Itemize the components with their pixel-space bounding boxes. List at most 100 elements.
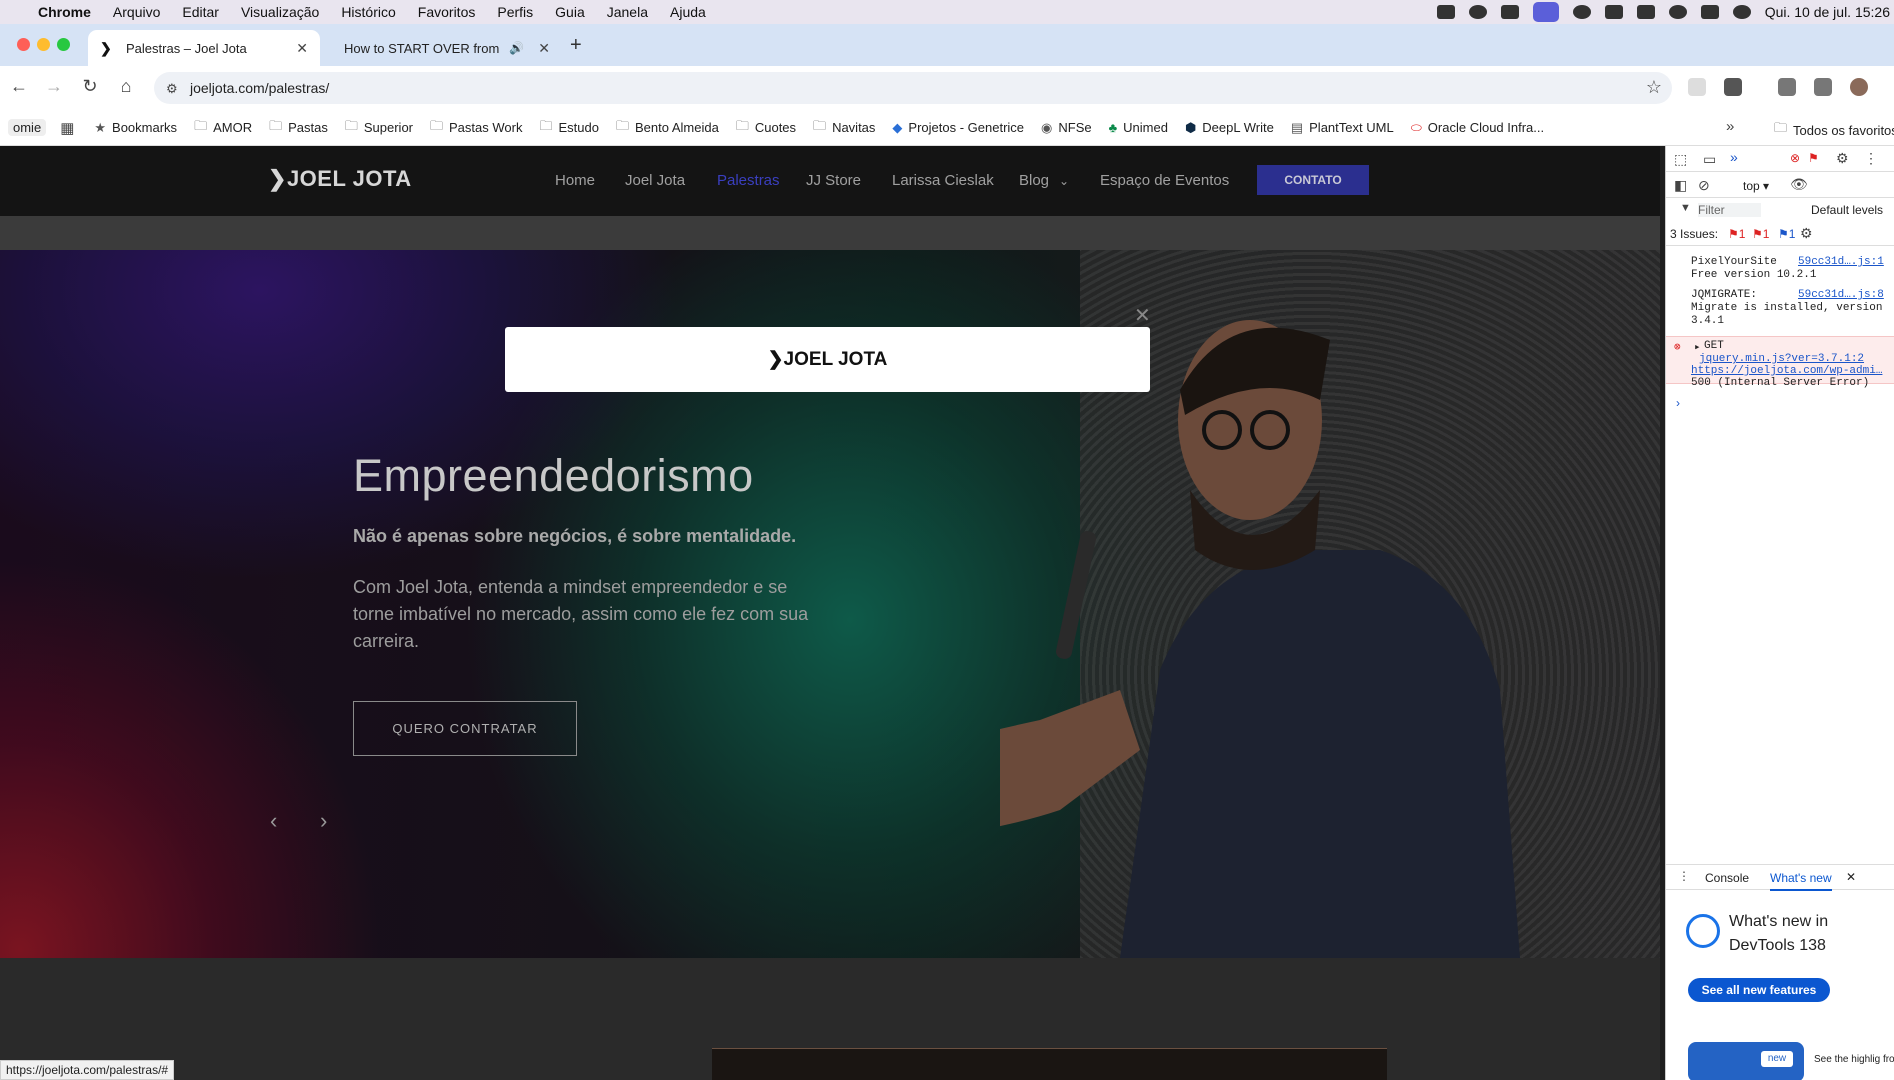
reload-icon[interactable]: ↻ bbox=[78, 76, 102, 97]
close-tab-icon[interactable]: ✕ bbox=[538, 40, 550, 57]
performance-icon[interactable] bbox=[1778, 78, 1796, 96]
bookmark-star-icon[interactable]: ☆ bbox=[1646, 77, 1662, 98]
menu-arquivo[interactable]: Arquivo bbox=[113, 4, 160, 20]
minimize-window-icon[interactable] bbox=[37, 38, 50, 51]
grammarly-icon[interactable] bbox=[1468, 5, 1487, 19]
device-toolbar-icon[interactable]: ▭ bbox=[1703, 151, 1716, 168]
nav-jj-store[interactable]: JJ Store bbox=[806, 172, 861, 189]
bookmark-item[interactable]: ⬭ Oracle Cloud Infra... bbox=[1411, 120, 1544, 136]
bookmark-folder[interactable]: 🗀 Estudo bbox=[539, 117, 599, 139]
site-info-icon[interactable]: ⚙ bbox=[166, 81, 178, 97]
bookmark-item[interactable]: ▤ PlantText UML bbox=[1291, 120, 1394, 136]
bookmark-item[interactable]: ★ Bookmarks bbox=[94, 120, 177, 136]
sidebar-toggle-icon[interactable]: ◧ bbox=[1674, 177, 1687, 194]
menu-guia[interactable]: Guia bbox=[555, 4, 585, 20]
screen-mirroring-icon[interactable] bbox=[1532, 2, 1559, 22]
creative-cloud-icon[interactable] bbox=[1500, 5, 1519, 19]
hire-button[interactable]: QUERO CONTRATAR bbox=[353, 701, 577, 756]
expand-triangle-icon[interactable]: ▸ bbox=[1694, 340, 1701, 354]
menu-janela[interactable]: Janela bbox=[607, 4, 648, 20]
tab-youtube[interactable]: How to START OVER from 🔊 ✕ bbox=[322, 30, 558, 66]
close-window-icon[interactable] bbox=[17, 38, 30, 51]
drawer-menu-icon[interactable]: ⋮ bbox=[1678, 869, 1690, 883]
chevron-down-icon[interactable]: ⌄ bbox=[1059, 174, 1069, 188]
context-selector[interactable]: top ▾ bbox=[1743, 179, 1769, 193]
bookmark-folder[interactable]: 🗀 Bento Almeida bbox=[616, 117, 719, 139]
bookmark-omie[interactable]: omie bbox=[8, 119, 47, 136]
home-icon[interactable]: ⌂ bbox=[114, 76, 138, 97]
maximize-window-icon[interactable] bbox=[57, 38, 70, 51]
menu-perfis[interactable]: Perfis bbox=[497, 4, 533, 20]
issues-label[interactable]: 3 Issues: bbox=[1670, 227, 1718, 241]
slider-next-icon[interactable]: › bbox=[320, 808, 327, 834]
battery-icon[interactable] bbox=[1604, 5, 1623, 19]
issues-settings-icon[interactable]: ⚙ bbox=[1800, 225, 1813, 242]
nav-espaco-de-eventos[interactable]: Espaço de Eventos bbox=[1100, 172, 1229, 189]
tab-palestras[interactable]: ❯ Palestras – Joel Jota ✕ bbox=[88, 30, 320, 66]
nav-larissa-cieslak[interactable]: Larissa Cieslak bbox=[892, 172, 994, 189]
bookmark-folder[interactable]: 🗀 Navitas bbox=[813, 117, 875, 139]
nav-joel-jota[interactable]: Joel Jota bbox=[625, 172, 685, 189]
forward-icon[interactable]: → bbox=[42, 76, 66, 97]
address-bar[interactable]: ⚙ joeljota.com/palestras/ ☆ bbox=[154, 72, 1672, 104]
bookmark-folder[interactable]: 🗀 Pastas Work bbox=[430, 117, 522, 139]
clear-console-icon[interactable]: ⊘ bbox=[1698, 177, 1710, 194]
control-center-icon[interactable] bbox=[1700, 5, 1719, 19]
bookmark-folder[interactable]: 🗀 Superior bbox=[345, 117, 413, 139]
site-logo[interactable]: ❯JOEL JOTA bbox=[268, 166, 412, 192]
settings-icon[interactable]: ⚙ bbox=[1836, 150, 1849, 167]
console-prompt-icon[interactable]: › bbox=[1676, 396, 1680, 410]
bookmark-folder[interactable]: 🗀 Pastas bbox=[269, 117, 328, 139]
clock[interactable]: Qui. 10 de jul. 15:26 bbox=[1765, 4, 1890, 20]
menu-historico[interactable]: Histórico bbox=[341, 4, 395, 20]
see-all-features-button[interactable]: See all new features bbox=[1688, 978, 1830, 1002]
play-icon[interactable] bbox=[1572, 5, 1591, 19]
modal-close-icon[interactable]: ✕ bbox=[1134, 303, 1151, 328]
bookmark-item[interactable]: ⬢ DeepL Write bbox=[1185, 120, 1274, 136]
bookmark-item[interactable]: ♣ Unimed bbox=[1109, 120, 1168, 135]
bookmark-folder[interactable]: 🗀 Cuotes bbox=[736, 117, 796, 139]
message-source-link[interactable]: 59cc31d….js:8 bbox=[1798, 289, 1884, 301]
search-icon[interactable] bbox=[1668, 5, 1687, 19]
reading-list-icon[interactable] bbox=[1814, 78, 1832, 96]
popup-modal[interactable]: ❯JOEL JOTA bbox=[505, 327, 1150, 392]
menu-editar[interactable]: Editar bbox=[182, 4, 219, 20]
bookmark-item[interactable]: ◆ Projetos - Genetrice bbox=[892, 120, 1024, 136]
close-tab-icon[interactable]: ✕ bbox=[296, 40, 308, 57]
menu-app-name[interactable]: Chrome bbox=[38, 4, 91, 20]
menu-favoritos[interactable]: Favoritos bbox=[418, 4, 476, 20]
issue-error-count[interactable]: ⚑1 bbox=[1728, 227, 1745, 241]
message-source-link[interactable]: 59cc31d….js:1 bbox=[1798, 256, 1884, 268]
bookmark-item[interactable]: ◉ NFSe bbox=[1041, 120, 1092, 136]
log-levels-dropdown[interactable]: Default levels bbox=[1811, 203, 1883, 217]
more-bookmarks-icon[interactable]: » bbox=[1726, 118, 1734, 135]
close-drawer-tab-icon[interactable]: ✕ bbox=[1846, 870, 1856, 884]
drive-icon[interactable] bbox=[1436, 5, 1455, 19]
menu-visualizacao[interactable]: Visualização bbox=[241, 4, 319, 20]
more-panels-icon[interactable]: » bbox=[1730, 149, 1738, 165]
extension-icon[interactable] bbox=[1688, 78, 1706, 96]
nav-palestras[interactable]: Palestras bbox=[717, 172, 780, 189]
error-count-icon[interactable]: ⊗ bbox=[1790, 151, 1800, 165]
audio-playing-icon[interactable]: 🔊 bbox=[509, 41, 524, 55]
inspect-element-icon[interactable]: ⬚ bbox=[1674, 151, 1687, 168]
puzzle-extensions-icon[interactable] bbox=[1724, 78, 1742, 96]
live-expression-icon[interactable]: 👁 bbox=[1790, 176, 1808, 193]
slider-prev-icon[interactable]: ‹ bbox=[270, 808, 277, 834]
filter-input[interactable]: Filter bbox=[1698, 203, 1761, 217]
kebab-menu-icon[interactable]: ⋮ bbox=[1864, 150, 1878, 167]
contact-button[interactable]: CONTATO bbox=[1257, 165, 1369, 195]
siri-icon[interactable] bbox=[1732, 5, 1751, 19]
issue-info-count[interactable]: ⚑1 bbox=[1778, 227, 1795, 241]
wifi-icon[interactable] bbox=[1636, 5, 1655, 19]
new-tab-icon[interactable]: + bbox=[570, 34, 582, 57]
issue-flag-icon[interactable]: ⚑ bbox=[1808, 151, 1819, 165]
menu-ajuda[interactable]: Ajuda bbox=[670, 4, 706, 20]
drawer-tab-whats-new[interactable]: What's new bbox=[1770, 871, 1832, 891]
error-url-link[interactable]: https://joeljota.com/wp-admi… bbox=[1691, 365, 1882, 377]
drawer-tab-console[interactable]: Console bbox=[1705, 871, 1749, 885]
profile-avatar[interactable] bbox=[1850, 78, 1868, 96]
error-source-link[interactable]: jquery.min.js?ver=3.7.1:2 bbox=[1699, 353, 1864, 365]
all-bookmarks[interactable]: 🗀 Todos os favoritos bbox=[1774, 119, 1894, 141]
url-text[interactable]: joeljota.com/palestras/ bbox=[190, 80, 329, 96]
